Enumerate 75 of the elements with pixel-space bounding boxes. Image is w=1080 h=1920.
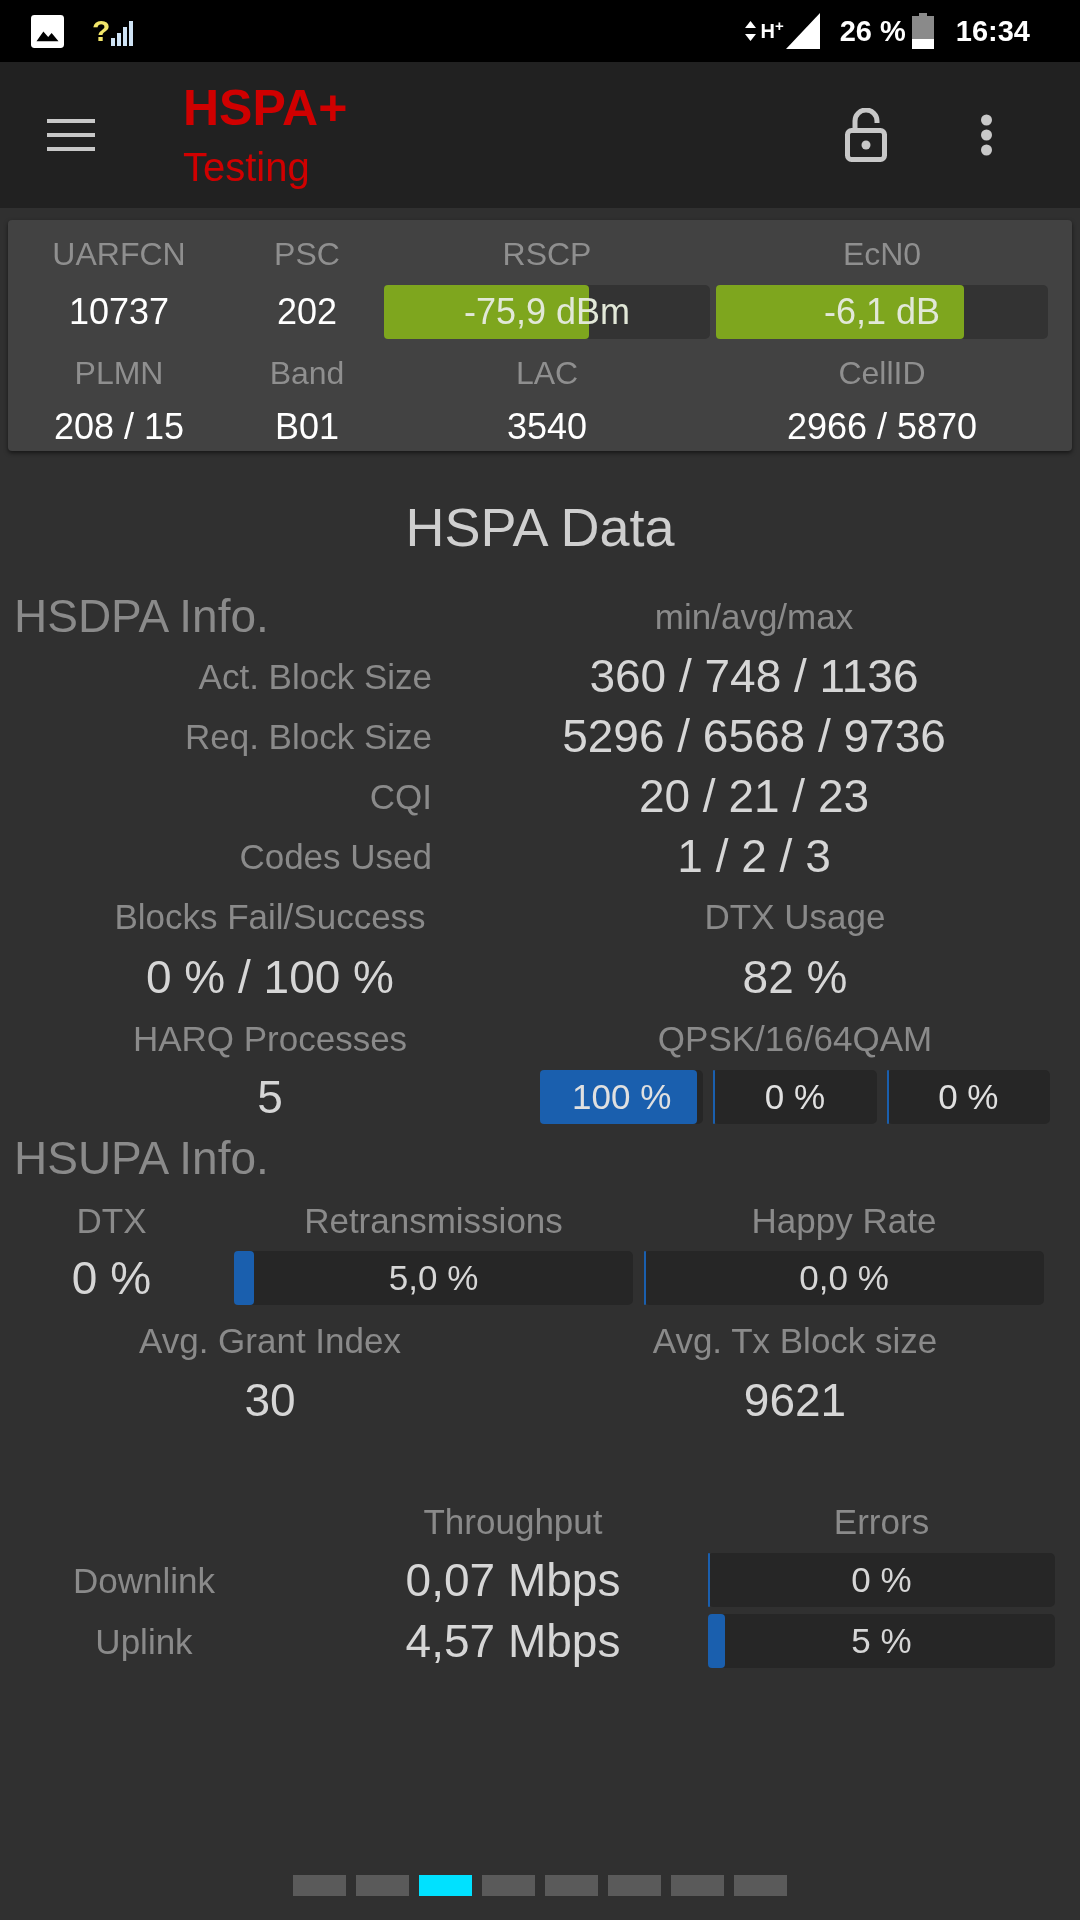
cell-field-value: 3540 bbox=[506, 409, 588, 445]
stat-value: 0 % / 100 % bbox=[145, 954, 394, 1000]
meter-reading: 100 % bbox=[572, 1075, 672, 1118]
meter-reading: 0 % bbox=[851, 1558, 912, 1601]
cell-field-value: B01 bbox=[274, 409, 340, 445]
more-options-icon[interactable] bbox=[980, 114, 993, 156]
column-heading: Throughput bbox=[423, 1503, 603, 1539]
cell-field-value: 202 bbox=[276, 294, 338, 330]
stat-value: 82 % bbox=[742, 954, 848, 1000]
meter-reading: 0 % bbox=[764, 1075, 826, 1118]
cell-field-label: PLMN bbox=[74, 357, 164, 389]
meter-reading: 5,0 % bbox=[388, 1256, 479, 1299]
stat-label: HARQ Processes bbox=[132, 1020, 408, 1056]
page-indicator[interactable] bbox=[356, 1875, 409, 1896]
cell-field-label: CellID bbox=[838, 357, 926, 389]
cell-field-label: PSC bbox=[274, 238, 340, 270]
meter-reading: 0,0 % bbox=[799, 1256, 889, 1299]
network-type: H$^{+}$ bbox=[760, 21, 784, 41]
clock-time: 16:34 bbox=[955, 16, 1030, 46]
stat-value: 5296 / 6568 / 9736 bbox=[562, 713, 946, 759]
column-heading: min/avg/max bbox=[654, 598, 854, 634]
stat-label: Req. Block Size bbox=[184, 718, 432, 754]
battery-percent: 26 % bbox=[839, 16, 906, 46]
stat-value: 9621 bbox=[743, 1377, 847, 1423]
section-heading: HSUPA Info. bbox=[14, 1135, 269, 1181]
stat-label: Act. Block Size bbox=[198, 658, 432, 694]
page-indicator[interactable] bbox=[734, 1875, 787, 1896]
section-title: HSPA Data bbox=[405, 500, 675, 554]
image-icon bbox=[31, 14, 64, 48]
menu-icon[interactable] bbox=[47, 119, 95, 151]
page-indicator[interactable] bbox=[671, 1875, 724, 1896]
meter-reading: -6,1 dB bbox=[823, 290, 941, 334]
cell-field-label: EcN0 bbox=[842, 238, 922, 270]
stat-label: Retransmissions bbox=[304, 1202, 563, 1238]
stat-label: Avg. Tx Block size bbox=[652, 1322, 938, 1358]
page-indicator[interactable] bbox=[545, 1875, 598, 1896]
cell-field-label: Band bbox=[269, 357, 345, 389]
stat-value: 360 / 748 / 1136 bbox=[589, 653, 919, 699]
app-subtitle: Testing bbox=[183, 147, 310, 187]
stat-value: 20 / 21 / 23 bbox=[638, 773, 870, 819]
stat-value: 5 bbox=[257, 1074, 283, 1120]
column-heading: Errors bbox=[833, 1503, 930, 1539]
cell-signal-icon bbox=[785, 13, 820, 49]
cell-field-label: RSCP bbox=[502, 238, 592, 270]
padlock-icon[interactable] bbox=[845, 108, 887, 162]
stat-label: Avg. Grant Index bbox=[139, 1322, 401, 1358]
page-indicator[interactable] bbox=[482, 1875, 535, 1896]
section-heading: HSDPA Info. bbox=[14, 593, 269, 639]
stat-value: 30 bbox=[244, 1377, 296, 1423]
data-arrows-icon bbox=[744, 21, 756, 41]
stat-label: DTX Usage bbox=[704, 898, 886, 934]
stat-label: QPSK/16/64QAM bbox=[657, 1020, 933, 1056]
row-label: Uplink bbox=[95, 1623, 193, 1659]
stat-value: 1 / 2 / 3 bbox=[677, 833, 831, 879]
app-title: HSPA+ bbox=[183, 83, 348, 133]
page-indicator[interactable] bbox=[293, 1875, 346, 1896]
cell-field-value: 2966 / 5870 bbox=[786, 409, 978, 445]
stat-label: Happy Rate bbox=[751, 1202, 937, 1238]
stat-label: CQI bbox=[369, 778, 432, 814]
stat-value: 0 % bbox=[71, 1255, 152, 1301]
cell-field-label: LAC bbox=[515, 357, 579, 389]
page-indicator[interactable] bbox=[419, 1875, 472, 1896]
battery-icon bbox=[911, 13, 934, 49]
row-label: Downlink bbox=[73, 1562, 215, 1598]
cell-field-label: UARFCN bbox=[52, 238, 186, 270]
stat-label: Blocks Fail/Success bbox=[114, 898, 426, 934]
signal-bars-icon bbox=[111, 20, 134, 46]
stat-label: Codes Used bbox=[239, 838, 432, 874]
stat-label: DTX bbox=[76, 1202, 147, 1238]
cell-field-value: 208 / 15 bbox=[53, 409, 185, 445]
cell-field-value: 10737 bbox=[68, 294, 170, 330]
no-sim-mark: ? bbox=[92, 16, 111, 46]
page-indicator[interactable] bbox=[608, 1875, 661, 1896]
meter-reading: 0 % bbox=[938, 1075, 999, 1118]
meter-reading: 5 % bbox=[851, 1619, 912, 1662]
